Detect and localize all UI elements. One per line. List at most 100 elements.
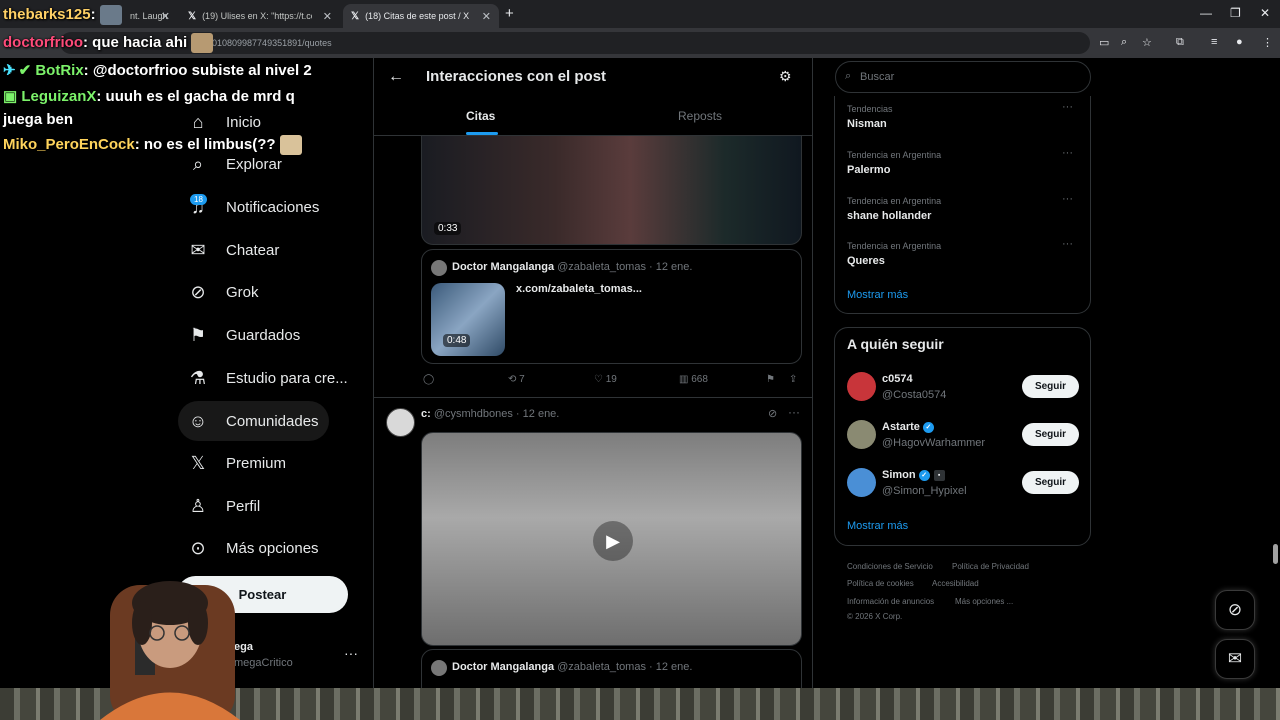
nav-chat[interactable]: ✉ Chatear bbox=[178, 230, 289, 270]
main-column: ← Interacciones con el post ⚙ Citas Repo… bbox=[373, 58, 813, 720]
nav-label: Estudio para cre... bbox=[226, 369, 348, 387]
profile-icon[interactable]: ● bbox=[1236, 36, 1243, 48]
reply-icon[interactable]: ◯ bbox=[423, 374, 434, 385]
nav-notifications[interactable]: ♫ Notificaciones bbox=[178, 187, 329, 227]
avatar[interactable] bbox=[431, 660, 447, 676]
footer-link[interactable]: Política de cookies bbox=[847, 579, 914, 588]
tab-reposts[interactable]: Reposts bbox=[678, 109, 722, 123]
play-icon[interactable]: ▶ bbox=[593, 521, 633, 561]
avatar[interactable] bbox=[847, 372, 876, 401]
minimize-icon[interactable]: — bbox=[1200, 6, 1212, 20]
follow-button[interactable]: Seguir bbox=[1022, 423, 1079, 446]
retweet-button[interactable]: ⟲ 7 bbox=[508, 374, 525, 385]
back-arrow-icon[interactable]: ← bbox=[388, 68, 404, 86]
view-count: 668 bbox=[691, 374, 708, 385]
account-more-icon[interactable]: ··· bbox=[344, 645, 358, 661]
badge-icon: ✈ bbox=[3, 62, 16, 79]
views-button[interactable]: ▥ 668 bbox=[679, 374, 708, 385]
follow-button[interactable]: Seguir bbox=[1022, 471, 1079, 494]
close-icon[interactable]: ✕ bbox=[482, 10, 491, 23]
footer-link[interactable]: Información de anuncios bbox=[847, 597, 934, 606]
star-icon[interactable]: ☆ bbox=[1142, 36, 1152, 49]
more-icon[interactable]: ··· bbox=[788, 405, 800, 419]
extensions-icon[interactable]: ⧉ bbox=[1176, 36, 1184, 49]
footer-link[interactable]: Accesibilidad bbox=[932, 579, 979, 588]
quoted-author[interactable]: Doctor Mangalanga @zabaleta_tomas · 12 e… bbox=[452, 261, 692, 273]
scrollbar[interactable] bbox=[1271, 58, 1280, 720]
quoted-link[interactable]: x.com/zabaleta_tomas... bbox=[516, 283, 642, 295]
follow-suggestion-name[interactable]: c0574 bbox=[882, 373, 913, 385]
user-name: c0574 bbox=[882, 373, 913, 385]
quoted-author[interactable]: Doctor Mangalanga @zabaleta_tomas · 12 e… bbox=[452, 661, 692, 673]
chat-text: : bbox=[90, 5, 96, 23]
follow-suggestion-name[interactable]: Astarte ✓ bbox=[882, 421, 934, 433]
url-field[interactable]: s/2010809987749351891/quotes bbox=[60, 32, 1090, 54]
quoted-video-thumbnail[interactable]: 0:48 bbox=[431, 283, 505, 356]
messages-fab-button[interactable]: ✉ bbox=[1215, 639, 1255, 679]
close-icon[interactable]: ✕ bbox=[161, 10, 170, 23]
nav-grok[interactable]: ⊘ Grok bbox=[178, 272, 269, 312]
grok-icon[interactable]: ⊘ bbox=[768, 407, 777, 420]
new-tab-icon[interactable]: + bbox=[505, 5, 514, 22]
tab-title: (18) Citas de este post / X bbox=[365, 11, 470, 21]
more-icon[interactable]: ··· bbox=[1062, 101, 1073, 113]
follow-suggestion-handle: @HagovWarhammer bbox=[882, 437, 986, 449]
post-actions: ◯ ⟲ 7 ♡ 19 ▥ 668 ⚑ ⇪ bbox=[421, 374, 802, 390]
zoom-icon[interactable]: ⌕ bbox=[1121, 36, 1127, 49]
share-icon[interactable]: ⇪ bbox=[789, 374, 797, 385]
trend-item[interactable]: Tendencia en Argentina Queres ··· bbox=[847, 238, 1087, 267]
nav-premium[interactable]: 𝕏 Premium bbox=[178, 443, 296, 483]
search-input[interactable]: Buscar bbox=[835, 61, 1091, 93]
show-more-link[interactable]: Mostrar más bbox=[847, 520, 908, 532]
trend-item[interactable]: Tendencia en Argentina Palermo ··· bbox=[847, 147, 1087, 176]
tab-indicator bbox=[466, 132, 498, 135]
webcam-overlay bbox=[90, 575, 240, 720]
trend-meta: Tendencias bbox=[847, 104, 893, 114]
like-button[interactable]: ♡ 19 bbox=[594, 374, 617, 385]
trend-item[interactable]: Tendencias Nisman ··· bbox=[847, 101, 1087, 130]
nav-bookmarks[interactable]: ⚑ Guardados bbox=[178, 315, 310, 355]
post-video[interactable]: 0:33 bbox=[421, 136, 802, 245]
show-more-link[interactable]: Mostrar más bbox=[847, 289, 908, 301]
media-icon[interactable]: ≡ bbox=[1211, 36, 1217, 48]
post-header[interactable]: c: @cysmhdbones · 12 ene. bbox=[421, 408, 559, 420]
nav-profile[interactable]: ♙ Perfil bbox=[178, 486, 270, 526]
restore-icon[interactable]: ❐ bbox=[1230, 6, 1241, 20]
nav-communities[interactable]: ☺ Comunidades bbox=[178, 401, 329, 441]
bookmark-icon[interactable]: ⚑ bbox=[766, 374, 775, 385]
scroll-thumb[interactable] bbox=[1273, 544, 1278, 564]
follow-suggestion-name[interactable]: Simon ✓ ▪ bbox=[882, 469, 945, 481]
grok-fab-button[interactable]: ⊘ bbox=[1215, 590, 1255, 630]
sliders-icon[interactable]: ⚙ bbox=[779, 68, 792, 85]
cast-icon[interactable]: ▭ bbox=[1099, 36, 1109, 49]
footer-link[interactable]: Política de Privacidad bbox=[952, 562, 1029, 571]
tab-quotes[interactable]: Citas bbox=[466, 109, 495, 123]
tab-title: (19) Ulises en X: "https://t.co/LI bbox=[202, 11, 312, 21]
account-handle[interactable]: megaCritico bbox=[234, 657, 293, 669]
close-window-icon[interactable]: ✕ bbox=[1260, 6, 1270, 20]
nav-creator-studio[interactable]: ⚗ Estudio para cre... bbox=[178, 358, 358, 398]
trend-meta: Tendencia en Argentina bbox=[847, 241, 942, 251]
trend-item[interactable]: Tendencia en Argentina shane hollander ·… bbox=[847, 193, 1087, 222]
post-video[interactable]: ▶ bbox=[421, 432, 802, 646]
chat-text: : no es el limbus(?? bbox=[134, 135, 276, 153]
avatar[interactable] bbox=[431, 260, 447, 276]
browser-tab[interactable]: 𝕏 (19) Ulises en X: "https://t.co/LI ✕ bbox=[180, 4, 340, 28]
emote-icon bbox=[191, 33, 214, 53]
more-icon[interactable]: ··· bbox=[1062, 147, 1073, 159]
avatar[interactable] bbox=[847, 420, 876, 449]
avatar[interactable] bbox=[386, 408, 415, 437]
browser-tab-active[interactable]: 𝕏 (18) Citas de este post / X ✕ bbox=[343, 4, 499, 28]
follow-button[interactable]: Seguir bbox=[1022, 375, 1079, 398]
avatar[interactable] bbox=[847, 468, 876, 497]
nav-label: Chatear bbox=[226, 241, 280, 259]
nav-more-options[interactable]: ⊙ Más opciones bbox=[178, 528, 329, 568]
menu-icon[interactable]: ⋮ bbox=[1262, 36, 1273, 49]
footer-link[interactable]: Condiciones de Servicio bbox=[847, 562, 933, 571]
more-icon[interactable]: ··· bbox=[1062, 238, 1073, 250]
close-icon[interactable]: ✕ bbox=[323, 10, 332, 23]
more-icon[interactable]: ··· bbox=[1062, 193, 1073, 205]
quoted-post[interactable]: Doctor Mangalanga @zabaleta_tomas · 12 e… bbox=[421, 249, 802, 364]
footer-link[interactable]: Más opciones ... bbox=[955, 597, 1013, 606]
tabs-row: Citas Reposts bbox=[374, 98, 812, 136]
